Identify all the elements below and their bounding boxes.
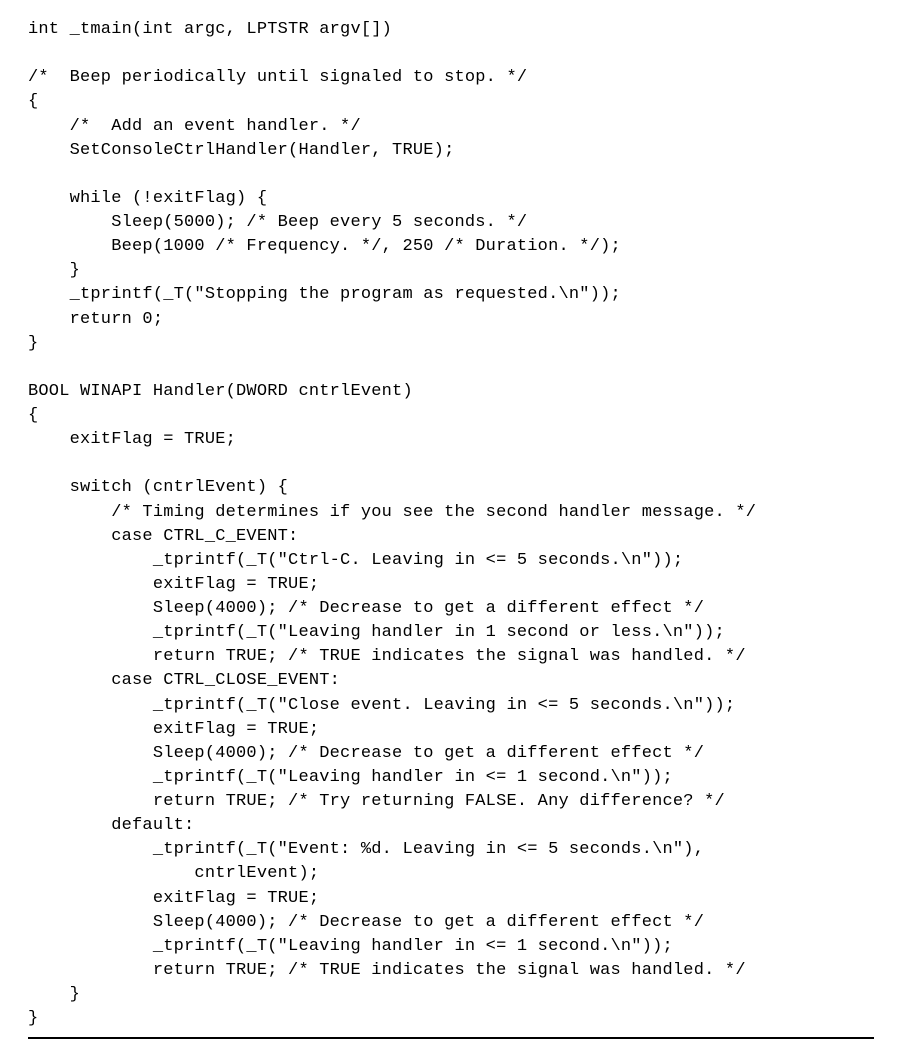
code-listing-page: int _tmain(int argc, LPTSTR argv[]) /* B…: [0, 0, 902, 1049]
bottom-rule: [28, 1037, 874, 1039]
code-block: int _tmain(int argc, LPTSTR argv[]) /* B…: [28, 18, 874, 1031]
